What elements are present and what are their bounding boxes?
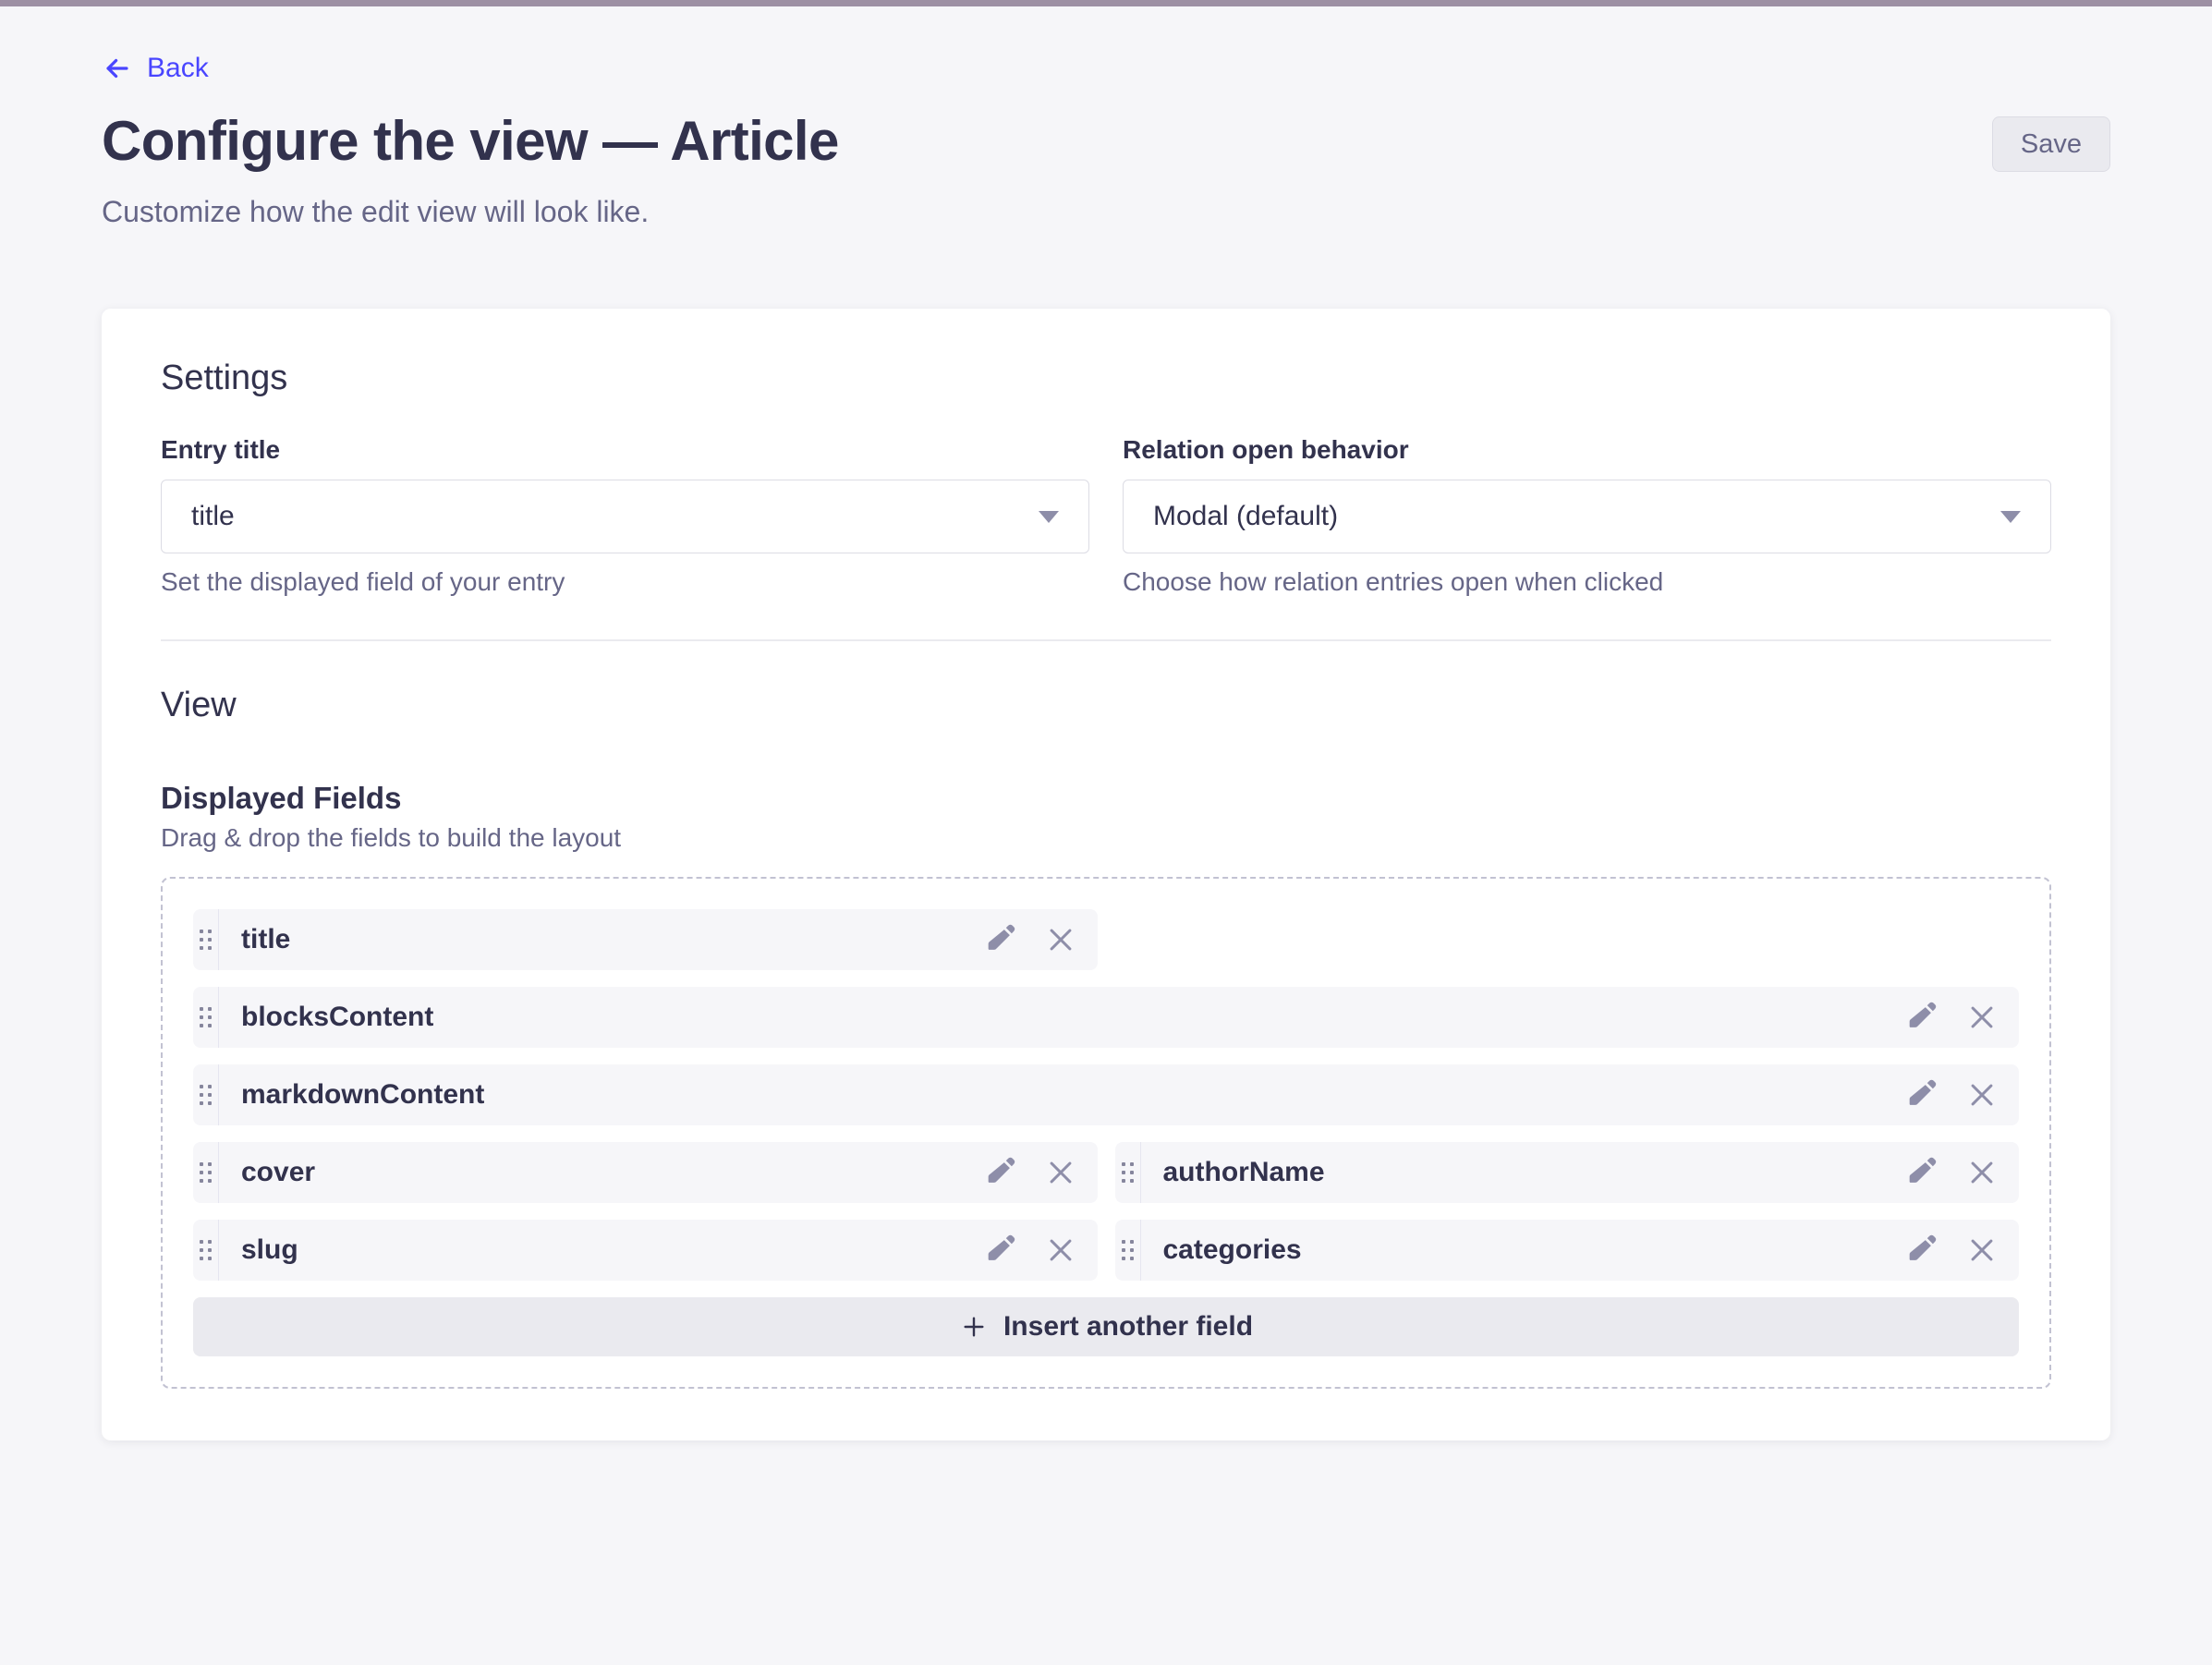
pencil-icon bbox=[984, 1234, 1015, 1266]
section-divider bbox=[161, 639, 2051, 641]
field-label: title bbox=[241, 924, 290, 955]
insert-field-label: Insert another field bbox=[1003, 1311, 1253, 1343]
relation-behavior-select[interactable]: Modal (default) bbox=[1123, 480, 2051, 553]
top-accent-bar bbox=[0, 0, 2212, 6]
close-icon bbox=[1966, 1002, 1998, 1033]
chevron-down-icon bbox=[2000, 511, 2021, 523]
plus-icon bbox=[959, 1312, 989, 1342]
back-arrow-icon bbox=[102, 53, 133, 84]
chevron-down-icon bbox=[1039, 511, 1059, 523]
field-row: slug bbox=[193, 1220, 2019, 1281]
edit-field-button[interactable] bbox=[1904, 1234, 1938, 1267]
drag-handle-icon[interactable] bbox=[1115, 1220, 1141, 1281]
drag-handle-icon[interactable] bbox=[193, 1064, 219, 1125]
edit-field-button[interactable] bbox=[1904, 1001, 1938, 1034]
drag-handle-icon[interactable] bbox=[193, 1142, 219, 1203]
close-icon bbox=[1045, 1157, 1076, 1188]
field-row: title bbox=[193, 909, 2019, 970]
relation-behavior-field: Relation open behavior Modal (default) C… bbox=[1123, 435, 2051, 597]
pencil-icon bbox=[1905, 1234, 1937, 1266]
edit-field-button[interactable] bbox=[1904, 1078, 1938, 1112]
back-link[interactable]: Back bbox=[102, 53, 209, 84]
field-label: slug bbox=[241, 1234, 298, 1266]
configure-view-page: Back Configure the view — Article Save C… bbox=[0, 6, 2212, 1440]
entry-title-value: title bbox=[191, 501, 235, 532]
pencil-icon bbox=[1905, 1157, 1937, 1188]
entry-title-hint: Set the displayed field of your entry bbox=[161, 567, 1089, 597]
pencil-icon bbox=[1905, 1079, 1937, 1111]
remove-field-button[interactable] bbox=[1965, 1156, 1999, 1189]
fields-dropzone: title bbox=[161, 877, 2051, 1389]
drag-handle-icon[interactable] bbox=[193, 987, 219, 1048]
displayed-fields-label: Displayed Fields bbox=[161, 781, 2051, 816]
edit-field-button[interactable] bbox=[983, 1156, 1016, 1189]
relation-behavior-value: Modal (default) bbox=[1153, 501, 1338, 532]
edit-field-button[interactable] bbox=[983, 923, 1016, 956]
close-icon bbox=[1966, 1157, 1998, 1188]
settings-section-heading: Settings bbox=[161, 359, 2051, 398]
configuration-card: Settings Entry title title Set the displ… bbox=[102, 309, 2110, 1440]
remove-field-button[interactable] bbox=[1044, 1156, 1077, 1189]
relation-behavior-label: Relation open behavior bbox=[1123, 435, 2051, 465]
remove-field-button[interactable] bbox=[1965, 1001, 1999, 1034]
save-button[interactable]: Save bbox=[1992, 116, 2110, 172]
field-label: authorName bbox=[1163, 1157, 1325, 1188]
field-card-markdowncontent[interactable]: markdownContent bbox=[193, 1064, 2019, 1125]
field-label: categories bbox=[1163, 1234, 1302, 1266]
field-card-title[interactable]: title bbox=[193, 909, 1098, 970]
page-subtitle: Customize how the edit view will look li… bbox=[102, 195, 2110, 229]
remove-field-button[interactable] bbox=[1044, 1234, 1077, 1267]
field-card-cover[interactable]: cover bbox=[193, 1142, 1098, 1203]
entry-title-label: Entry title bbox=[161, 435, 1089, 465]
close-icon bbox=[1045, 1234, 1076, 1266]
remove-field-button[interactable] bbox=[1965, 1078, 1999, 1112]
relation-behavior-hint: Choose how relation entries open when cl… bbox=[1123, 567, 2051, 597]
drag-handle-icon[interactable] bbox=[1115, 1142, 1141, 1203]
back-label: Back bbox=[147, 53, 209, 84]
insert-field-button[interactable]: Insert another field bbox=[193, 1297, 2019, 1356]
field-row: markdownContent bbox=[193, 1064, 2019, 1125]
close-icon bbox=[1966, 1234, 1998, 1266]
field-label: blocksContent bbox=[241, 1002, 433, 1033]
edit-field-button[interactable] bbox=[1904, 1156, 1938, 1189]
field-row: blocksContent bbox=[193, 987, 2019, 1048]
displayed-fields-hint: Drag & drop the fields to build the layo… bbox=[161, 823, 2051, 853]
field-label: cover bbox=[241, 1157, 315, 1188]
field-card-blockscontent[interactable]: blocksContent bbox=[193, 987, 2019, 1048]
entry-title-field: Entry title title Set the displayed fiel… bbox=[161, 435, 1089, 597]
field-label: markdownContent bbox=[241, 1079, 484, 1111]
drag-handle-icon[interactable] bbox=[193, 1220, 219, 1281]
field-card-authorname[interactable]: authorName bbox=[1115, 1142, 2020, 1203]
drag-handle-icon[interactable] bbox=[193, 909, 219, 970]
pencil-icon bbox=[1905, 1002, 1937, 1033]
field-row: cover bbox=[193, 1142, 2019, 1203]
field-card-slug[interactable]: slug bbox=[193, 1220, 1098, 1281]
edit-field-button[interactable] bbox=[983, 1234, 1016, 1267]
close-icon bbox=[1045, 924, 1076, 955]
view-section-heading: View bbox=[161, 686, 2051, 725]
page-title: Configure the view — Article bbox=[102, 109, 839, 173]
entry-title-select[interactable]: title bbox=[161, 480, 1089, 553]
pencil-icon bbox=[984, 924, 1015, 955]
pencil-icon bbox=[984, 1157, 1015, 1188]
remove-field-button[interactable] bbox=[1965, 1234, 1999, 1267]
remove-field-button[interactable] bbox=[1044, 923, 1077, 956]
field-card-categories[interactable]: categories bbox=[1115, 1220, 2020, 1281]
close-icon bbox=[1966, 1079, 1998, 1111]
